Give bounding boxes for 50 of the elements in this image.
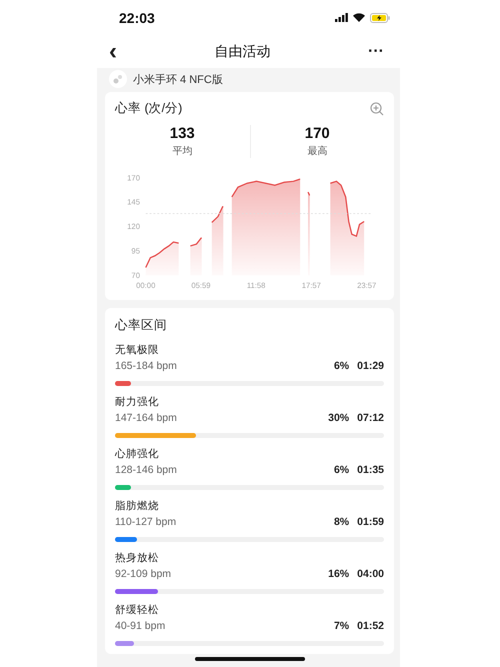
- stat-value: 170: [304, 125, 330, 142]
- signal-icon: [335, 13, 348, 22]
- y-axis-label: 120: [127, 222, 140, 232]
- zone-duration: 01:35: [357, 464, 384, 476]
- device-icon: [109, 70, 127, 88]
- page-title: 自由活动: [214, 42, 270, 60]
- x-axis-label: 23:57: [357, 280, 376, 290]
- zone-range: 128-146 bpm: [115, 464, 177, 476]
- x-axis-label: 17:57: [302, 280, 321, 290]
- more-button[interactable]: ···: [364, 44, 388, 60]
- zone-name: 舒缓轻松: [115, 602, 160, 617]
- y-axis-label: 70: [131, 271, 140, 280]
- zone-range: 147-164 bpm: [115, 412, 177, 424]
- zone-percent: 7%: [334, 620, 350, 632]
- zone-percent: 6%: [334, 360, 350, 372]
- zone-duration: 01:29: [357, 360, 384, 372]
- x-axis-label: 00:00: [136, 280, 156, 290]
- zone-name: 无氧极限: [115, 342, 160, 357]
- zoom-in-icon[interactable]: [370, 102, 384, 116]
- y-axis-label: 170: [127, 173, 140, 182]
- zone-percent: 30%: [328, 412, 350, 424]
- zone-duration: 07:12: [357, 412, 384, 424]
- x-axis-label: 05:59: [191, 280, 211, 290]
- zone-percent: 8%: [334, 516, 350, 528]
- card-title: 心率 (次/分): [115, 100, 182, 117]
- zone-percent: 6%: [334, 464, 350, 476]
- y-axis-label: 145: [127, 198, 140, 207]
- zone-name: 脂肪燃烧: [115, 498, 160, 513]
- zone-name: 热身放松: [115, 550, 160, 565]
- battery-icon: [370, 12, 390, 22]
- wifi-icon: [353, 13, 365, 22]
- zone-duration: 04:00: [357, 568, 384, 580]
- status-time: 22:03: [119, 10, 155, 26]
- zone-duration: 01:59: [357, 516, 384, 528]
- card-title: 心率区间: [115, 318, 167, 332]
- y-axis-label: 95: [131, 246, 140, 256]
- stat-value: 133: [170, 125, 195, 142]
- zone-percent: 16%: [328, 568, 350, 580]
- zone-range: 40-91 bpm: [115, 620, 166, 632]
- back-button[interactable]: ‹: [105, 40, 121, 64]
- zone-name: 心肺强化: [115, 446, 160, 461]
- stat-label: 平均: [172, 145, 192, 158]
- zone-range: 165-184 bpm: [115, 360, 177, 372]
- zone-name: 耐力强化: [115, 394, 160, 409]
- stat-label: 最高: [307, 144, 328, 158]
- device-name: 小米手环 4 NFC版: [133, 72, 223, 86]
- zone-range: 110-127 bpm: [115, 516, 176, 528]
- zone-range: 92-109 bpm: [115, 568, 172, 580]
- x-axis-label: 11:58: [246, 280, 266, 290]
- zone-duration: 01:52: [357, 620, 384, 632]
